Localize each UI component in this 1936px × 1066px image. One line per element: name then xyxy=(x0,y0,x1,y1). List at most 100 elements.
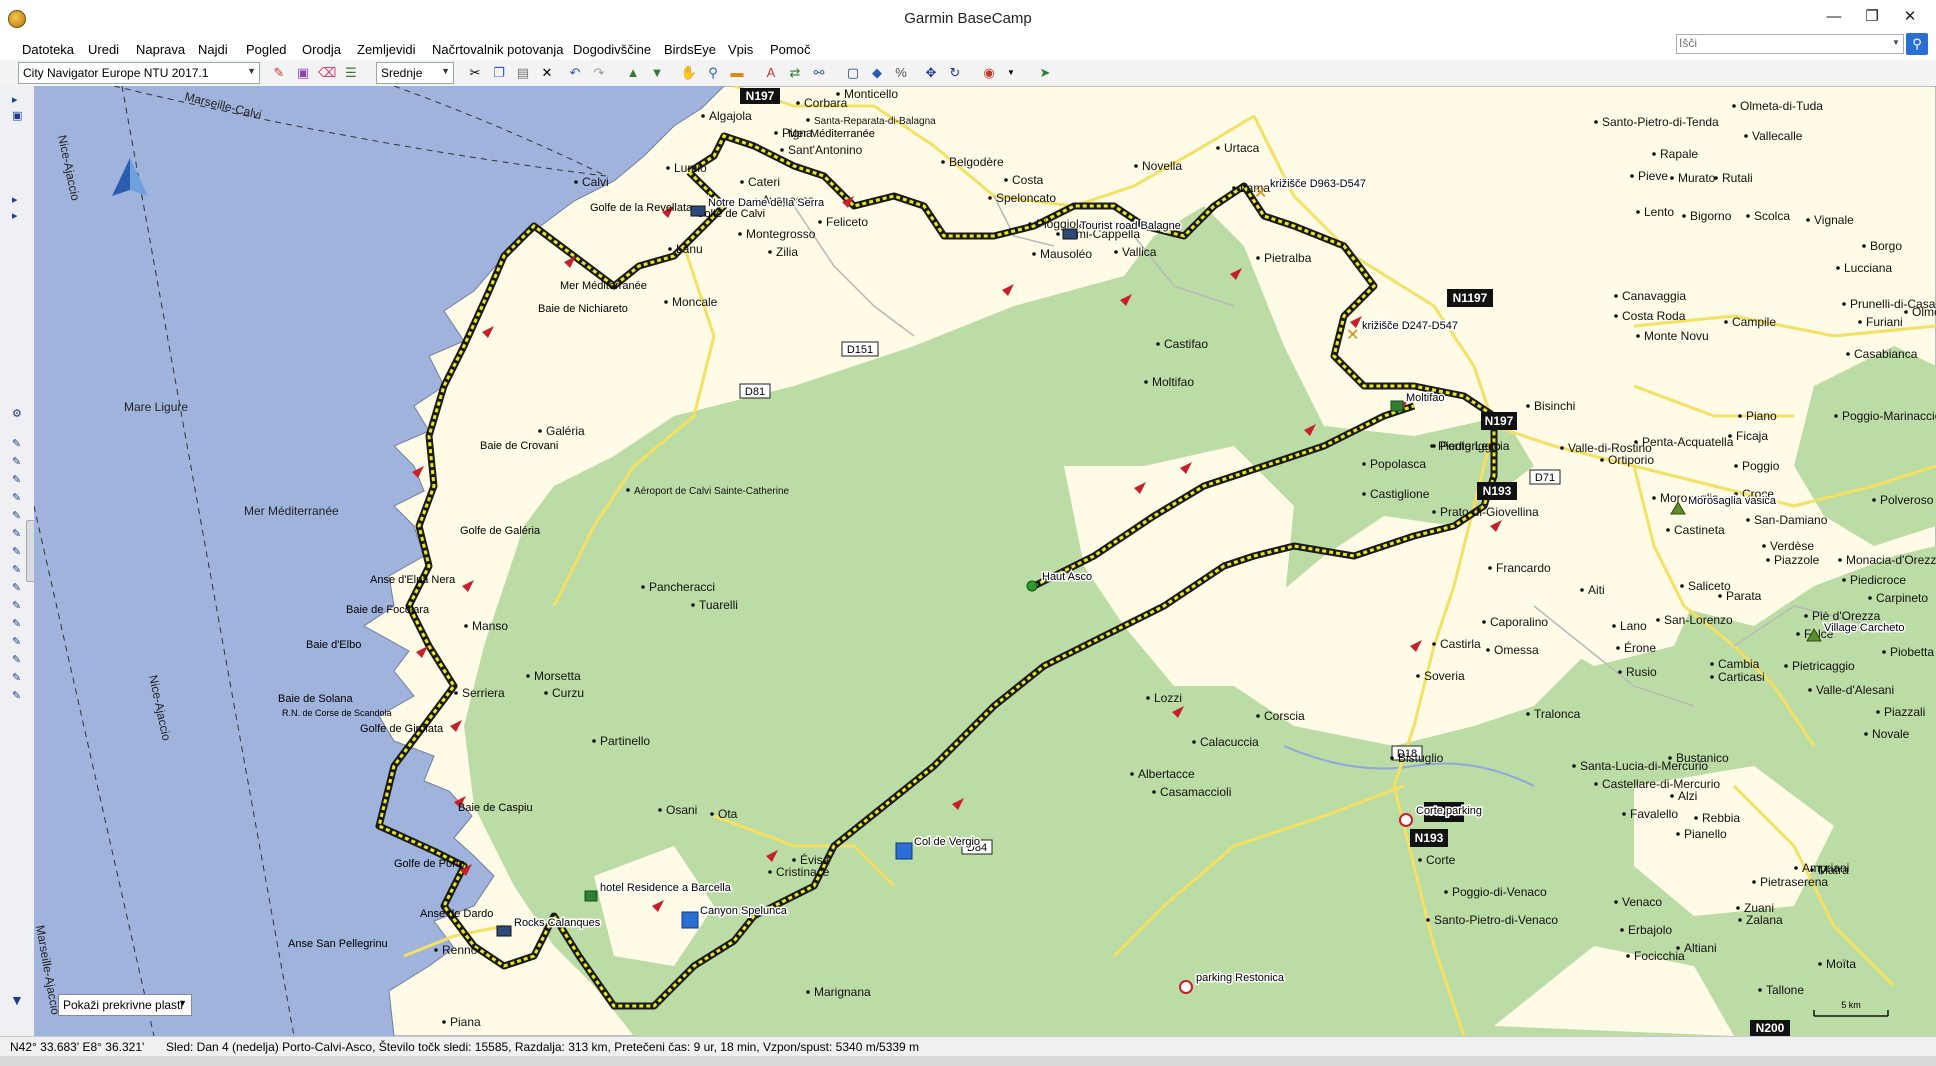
menu-najdi[interactable]: Najdi xyxy=(198,42,228,57)
hiker-icon[interactable] xyxy=(895,842,913,860)
copy-icon[interactable]: ❐ xyxy=(490,64,508,82)
filter-icon[interactable]: ▼ xyxy=(10,992,26,1008)
waypoint-label[interactable]: Morosaglia vasica xyxy=(1687,494,1779,509)
waypoint-label[interactable]: Haut Asco xyxy=(1041,570,1094,585)
menu-naprava[interactable]: Naprava xyxy=(136,42,185,57)
refresh-map-icon[interactable]: ↻ xyxy=(946,64,964,82)
waypoint-label[interactable]: Rocks Calanques xyxy=(513,916,603,931)
fit-map-icon[interactable]: ✥ xyxy=(922,64,940,82)
paste-icon[interactable]: ▤ xyxy=(514,64,532,82)
cut-icon[interactable]: ✂ xyxy=(466,64,484,82)
track-item-icon[interactable]: ✎ xyxy=(12,582,28,594)
camera-icon[interactable] xyxy=(1062,228,1078,240)
intersection-icon[interactable]: ✕ xyxy=(1254,185,1267,202)
camera-icon[interactable] xyxy=(496,925,512,937)
track-item-icon[interactable]: ✎ xyxy=(12,690,28,702)
place-dot xyxy=(526,674,530,678)
menu-orodja[interactable]: Orodja xyxy=(302,42,341,57)
place-label: Vallecalle xyxy=(1752,129,1803,143)
flag-icon[interactable] xyxy=(1390,400,1404,412)
menu-vpis[interactable]: Vpis xyxy=(728,42,753,57)
intersection-icon[interactable]: ✕ xyxy=(1346,327,1359,344)
receive-from-device-icon[interactable]: ▲ xyxy=(624,64,642,82)
waypoint-label[interactable]: Corte parking xyxy=(1415,804,1484,819)
menu-dogodivscine[interactable]: Dogodivščine xyxy=(573,42,651,57)
camera-icon[interactable] xyxy=(690,205,706,217)
minimize-button[interactable]: — xyxy=(1820,6,1848,28)
menu-pogled[interactable]: Pogled xyxy=(246,42,286,57)
menu-uredi[interactable]: Uredi xyxy=(88,42,119,57)
search-input[interactable] xyxy=(1679,36,1879,50)
measure-icon[interactable]: ▬ xyxy=(728,64,746,82)
track-item-icon[interactable]: ✎ xyxy=(12,474,28,486)
menu-datoteka[interactable]: Datoteka xyxy=(22,42,74,57)
track-item-icon[interactable]: ✎ xyxy=(12,618,28,630)
eraser-icon[interactable]: ⌫ xyxy=(318,64,336,82)
waypoint-label[interactable]: Notre Dame de la Serra xyxy=(707,196,827,211)
waypoint-label[interactable]: Col de Vergio xyxy=(913,835,982,850)
parking-icon[interactable] xyxy=(1179,980,1193,994)
track-item-icon[interactable]: ✎ xyxy=(12,600,28,612)
hand-tool-icon[interactable]: ✋ xyxy=(680,64,698,82)
map-view[interactable]: N197 N1197 N197 N193 D71 N200 N193 N200 … xyxy=(34,86,1936,1036)
waypoint-label[interactable]: hotel Residence a Barcella xyxy=(599,881,734,896)
track-tool-icon[interactable]: ☰ xyxy=(342,64,360,82)
search-dropdown-icon[interactable]: ▼ xyxy=(1892,38,1900,47)
waypoint-label[interactable]: Canyon Spelunca xyxy=(699,904,790,919)
cursor-coordinates: N42° 33.683' E8° 36.321' xyxy=(10,1040,145,1054)
waypoint-label[interactable]: križišče D247-D547 xyxy=(1361,319,1460,334)
place-dot xyxy=(1710,662,1714,666)
overlay-layers-dropdown[interactable]: Pokaži prekrivne plasti ▼ xyxy=(58,994,192,1016)
new-waypoint-icon[interactable]: ✎ xyxy=(270,64,288,82)
place-label: Focicchia xyxy=(1634,949,1685,963)
track-item-icon[interactable]: ✎ xyxy=(12,636,28,648)
place-label: Polveroso xyxy=(1880,493,1934,507)
route-tool-icon[interactable]: ⇄ xyxy=(786,64,804,82)
menu-birdseye[interactable]: BirdsEye xyxy=(664,42,716,57)
gear-icon[interactable]: ⚙ xyxy=(12,408,28,420)
map-canvas[interactable]: N197 N1197 N197 N193 D71 N200 N193 N200 … xyxy=(34,86,1936,1036)
zoom-icon[interactable]: ⚲ xyxy=(704,64,722,82)
waypoint-label[interactable]: Village Carcheto xyxy=(1823,621,1907,636)
detail-level-select[interactable]: Srednje ▼ xyxy=(376,62,454,84)
send-icon[interactable]: ➤ xyxy=(1036,64,1054,82)
percent-icon[interactable]: % xyxy=(892,64,910,82)
waypoint-label[interactable]: križišče D963-D547 xyxy=(1269,177,1368,192)
send-to-device-icon[interactable]: ▼ xyxy=(648,64,666,82)
library-icon[interactable]: ▣ xyxy=(12,110,28,122)
track-item-icon[interactable]: ✎ xyxy=(12,492,28,504)
menu-zemljevidi[interactable]: Zemljevidi xyxy=(357,42,416,57)
maximize-button[interactable]: ❐ xyxy=(1858,6,1886,28)
tree-expand-icon[interactable]: ▸ xyxy=(12,194,28,206)
delete-icon[interactable]: ✕ xyxy=(538,64,556,82)
flag-icon[interactable] xyxy=(584,890,598,902)
chevron-down-icon[interactable]: ▼ xyxy=(1002,64,1020,82)
2d-view-icon[interactable]: ▢ xyxy=(844,64,862,82)
waypoint-label[interactable]: parking Restonica xyxy=(1195,971,1287,986)
hiker-icon[interactable] xyxy=(681,911,699,929)
menu-nacrtovalnik[interactable]: Načrtovalnik potovanja xyxy=(432,42,564,57)
waypoint-label[interactable]: Tourist road Balagne xyxy=(1079,219,1183,234)
tree-expand-icon[interactable]: ▸ xyxy=(12,210,28,222)
track-start-icon[interactable] xyxy=(1026,580,1038,592)
tree-expand-icon[interactable]: ▸ xyxy=(12,94,28,106)
menu-pomoc[interactable]: Pomoč xyxy=(770,42,810,57)
close-button[interactable]: ✕ xyxy=(1896,6,1924,28)
track-item-icon[interactable]: ✎ xyxy=(12,438,28,450)
3d-view-icon[interactable]: ◆ xyxy=(868,64,886,82)
search-icon[interactable]: ⚲ xyxy=(1906,33,1928,55)
text-tool-icon[interactable]: A xyxy=(762,64,780,82)
redo-icon[interactable]: ↷ xyxy=(590,64,608,82)
undo-icon[interactable]: ↶ xyxy=(566,64,584,82)
waypoint-label[interactable]: Moltifao xyxy=(1405,391,1447,406)
track-item-icon[interactable]: ✎ xyxy=(12,456,28,468)
motorcycle-profile-icon[interactable]: ◉ xyxy=(980,64,998,82)
map-product-select[interactable]: City Navigator Europe NTU 2017.1 ▼ xyxy=(18,62,260,84)
select-tool-icon[interactable]: ▣ xyxy=(294,64,312,82)
track-item-icon[interactable]: ✎ xyxy=(12,654,28,666)
place-label: Costa xyxy=(1012,173,1044,187)
parking-icon[interactable] xyxy=(1399,813,1413,827)
link-icon[interactable]: ⚯ xyxy=(810,64,828,82)
track-item-icon[interactable]: ✎ xyxy=(12,672,28,684)
place-label: Lozzi xyxy=(1154,691,1182,705)
